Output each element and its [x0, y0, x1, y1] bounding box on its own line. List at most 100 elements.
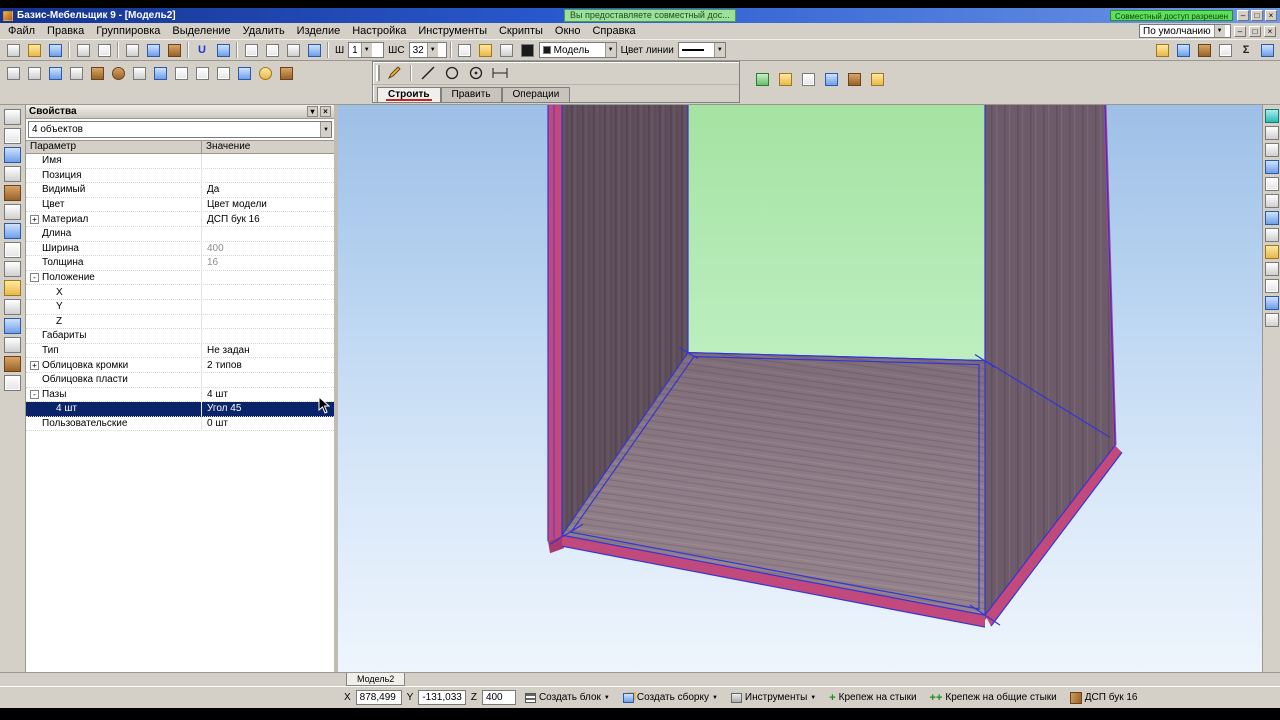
close-button[interactable]: ×: [1265, 10, 1277, 21]
menu-item[interactable]: Удалить: [237, 24, 291, 39]
fastener-joints-button[interactable]: + Крепеж на стыки: [825, 689, 920, 707]
z-coordinate[interactable]: 400: [481, 690, 516, 705]
render-mode-icon[interactable]: [1264, 109, 1279, 123]
cut-icon[interactable]: [122, 40, 142, 60]
pencil-icon[interactable]: [384, 63, 404, 83]
stats-icon[interactable]: [1215, 40, 1235, 60]
chevron-down-icon[interactable]: ▼: [320, 122, 331, 137]
expand-toggle[interactable]: -: [30, 389, 39, 399]
sketch-tool-icon[interactable]: [4, 128, 21, 144]
create-assembly-button[interactable]: Создать сборку ▼: [619, 689, 722, 707]
layer-combo[interactable]: Модель ▼: [538, 42, 617, 58]
line-color-combo[interactable]: ▼: [677, 42, 726, 58]
measure-tool-icon[interactable]: [4, 299, 21, 315]
y-coordinate[interactable]: -131,033: [418, 690, 466, 705]
view-iso-icon[interactable]: [1264, 160, 1279, 174]
filter-icon[interactable]: [1257, 40, 1277, 60]
line-width-input[interactable]: 1 ▼: [348, 42, 385, 58]
property-row[interactable]: Габариты: [26, 329, 334, 344]
rotate-view-icon[interactable]: [1264, 228, 1279, 242]
circle-tool-icon[interactable]: [442, 63, 462, 83]
model-viewport[interactable]: [338, 105, 1262, 672]
profile-tool-icon[interactable]: [4, 166, 21, 182]
bulb-off-icon[interactable]: [497, 40, 517, 60]
property-row[interactable]: Пользовательские 0 шт: [26, 416, 334, 432]
chevron-down-icon[interactable]: ▼: [426, 43, 438, 57]
detail-icon[interactable]: [87, 63, 107, 83]
open-folder-icon[interactable]: [24, 40, 44, 60]
property-value[interactable]: 0 шт: [202, 418, 334, 429]
pin-icon[interactable]: ▾: [307, 106, 318, 117]
property-value[interactable]: 400: [202, 243, 334, 254]
panel-tool-icon[interactable]: [4, 147, 21, 163]
property-row[interactable]: Толщина 16: [26, 256, 334, 271]
assembly-icon[interactable]: [150, 63, 170, 83]
zoom-window-icon[interactable]: [1264, 194, 1279, 208]
copy-icon[interactable]: [143, 40, 163, 60]
property-value[interactable]: 2 типов: [202, 360, 334, 371]
menu-item[interactable]: Группировка: [90, 24, 166, 39]
fastener-common-joints-button[interactable]: ++ Крепеж на общие стыки: [926, 689, 1061, 707]
shade-icon[interactable]: [1264, 262, 1279, 276]
part-icon[interactable]: [3, 63, 23, 83]
menu-item[interactable]: Справка: [586, 24, 641, 39]
property-row[interactable]: Ширина 400: [26, 241, 334, 257]
cutting-map-icon[interactable]: [798, 69, 818, 89]
list-icon[interactable]: [213, 63, 233, 83]
layer-list-icon[interactable]: [455, 40, 475, 60]
property-row[interactable]: Позиция: [26, 168, 334, 184]
zoom-all-icon[interactable]: [1264, 177, 1279, 191]
attach-icon[interactable]: [1173, 40, 1193, 60]
chevron-down-icon[interactable]: ▼: [604, 43, 616, 57]
property-row[interactable]: Видимый Да: [26, 183, 334, 198]
menu-item[interactable]: Правка: [41, 24, 90, 39]
hole-tool-icon[interactable]: [4, 204, 21, 220]
expand-toggle[interactable]: +: [30, 214, 39, 224]
property-value[interactable]: Не задан: [202, 345, 334, 356]
chevron-down-icon[interactable]: ▼: [1213, 25, 1225, 37]
object-selector-combo[interactable]: 4 объектов ▼: [28, 121, 332, 138]
property-value[interactable]: Да: [202, 184, 334, 195]
dimension-tool-icon[interactable]: [490, 63, 510, 83]
texture-tool-icon[interactable]: [4, 356, 21, 372]
toolbar-profile-combo[interactable]: По умолчанию ▼: [1139, 24, 1231, 38]
property-value[interactable]: 4 шт: [202, 389, 334, 400]
close-icon[interactable]: ×: [320, 106, 331, 117]
property-row[interactable]: 4 шт Угол 45: [26, 402, 334, 417]
edge-band-icon[interactable]: [775, 69, 795, 89]
property-value[interactable]: Угол 45: [202, 403, 334, 414]
menu-item[interactable]: Инструменты: [412, 24, 493, 39]
edge-tool-icon[interactable]: [4, 185, 21, 201]
pan-icon[interactable]: [1264, 211, 1279, 225]
groove-tool-icon[interactable]: [4, 223, 21, 239]
property-row[interactable]: - Положение: [26, 270, 334, 286]
model-3d-view[interactable]: [338, 105, 1262, 672]
arc-tool-icon[interactable]: [466, 63, 486, 83]
joints-icon[interactable]: [752, 69, 772, 89]
material-box-icon[interactable]: [276, 63, 296, 83]
ortho-icon[interactable]: [283, 40, 303, 60]
grid-table-icon[interactable]: [192, 63, 212, 83]
property-value[interactable]: 16: [202, 257, 334, 268]
model-tab[interactable]: Модель2: [346, 673, 406, 686]
materials-icon[interactable]: [867, 69, 887, 89]
properties-title-bar[interactable]: Свойства ▾ ×: [26, 105, 334, 119]
line-tool-icon[interactable]: [418, 63, 438, 83]
mdi-close-button[interactable]: ×: [1264, 25, 1276, 37]
menu-item[interactable]: Скрипты: [493, 24, 549, 39]
zoom-region-icon[interactable]: [821, 69, 841, 89]
x-coordinate[interactable]: 878,499: [355, 690, 402, 705]
property-row[interactable]: + Облицовка кромки 2 типов: [26, 358, 334, 373]
table-icon[interactable]: [171, 63, 191, 83]
tab-operations[interactable]: Операции: [501, 87, 571, 102]
property-row[interactable]: Цвет Цвет модели: [26, 197, 334, 213]
grid-icon[interactable]: [241, 40, 261, 60]
bulb-on-icon[interactable]: [476, 40, 496, 60]
chevron-down-icon[interactable]: ▼: [713, 43, 725, 57]
expand-toggle[interactable]: -: [30, 273, 39, 283]
redo-icon[interactable]: [213, 40, 233, 60]
save-icon[interactable]: [45, 40, 65, 60]
property-value[interactable]: ДСП бук 16: [202, 214, 334, 225]
paste-icon[interactable]: [164, 40, 184, 60]
report-tool-icon[interactable]: [4, 375, 21, 391]
